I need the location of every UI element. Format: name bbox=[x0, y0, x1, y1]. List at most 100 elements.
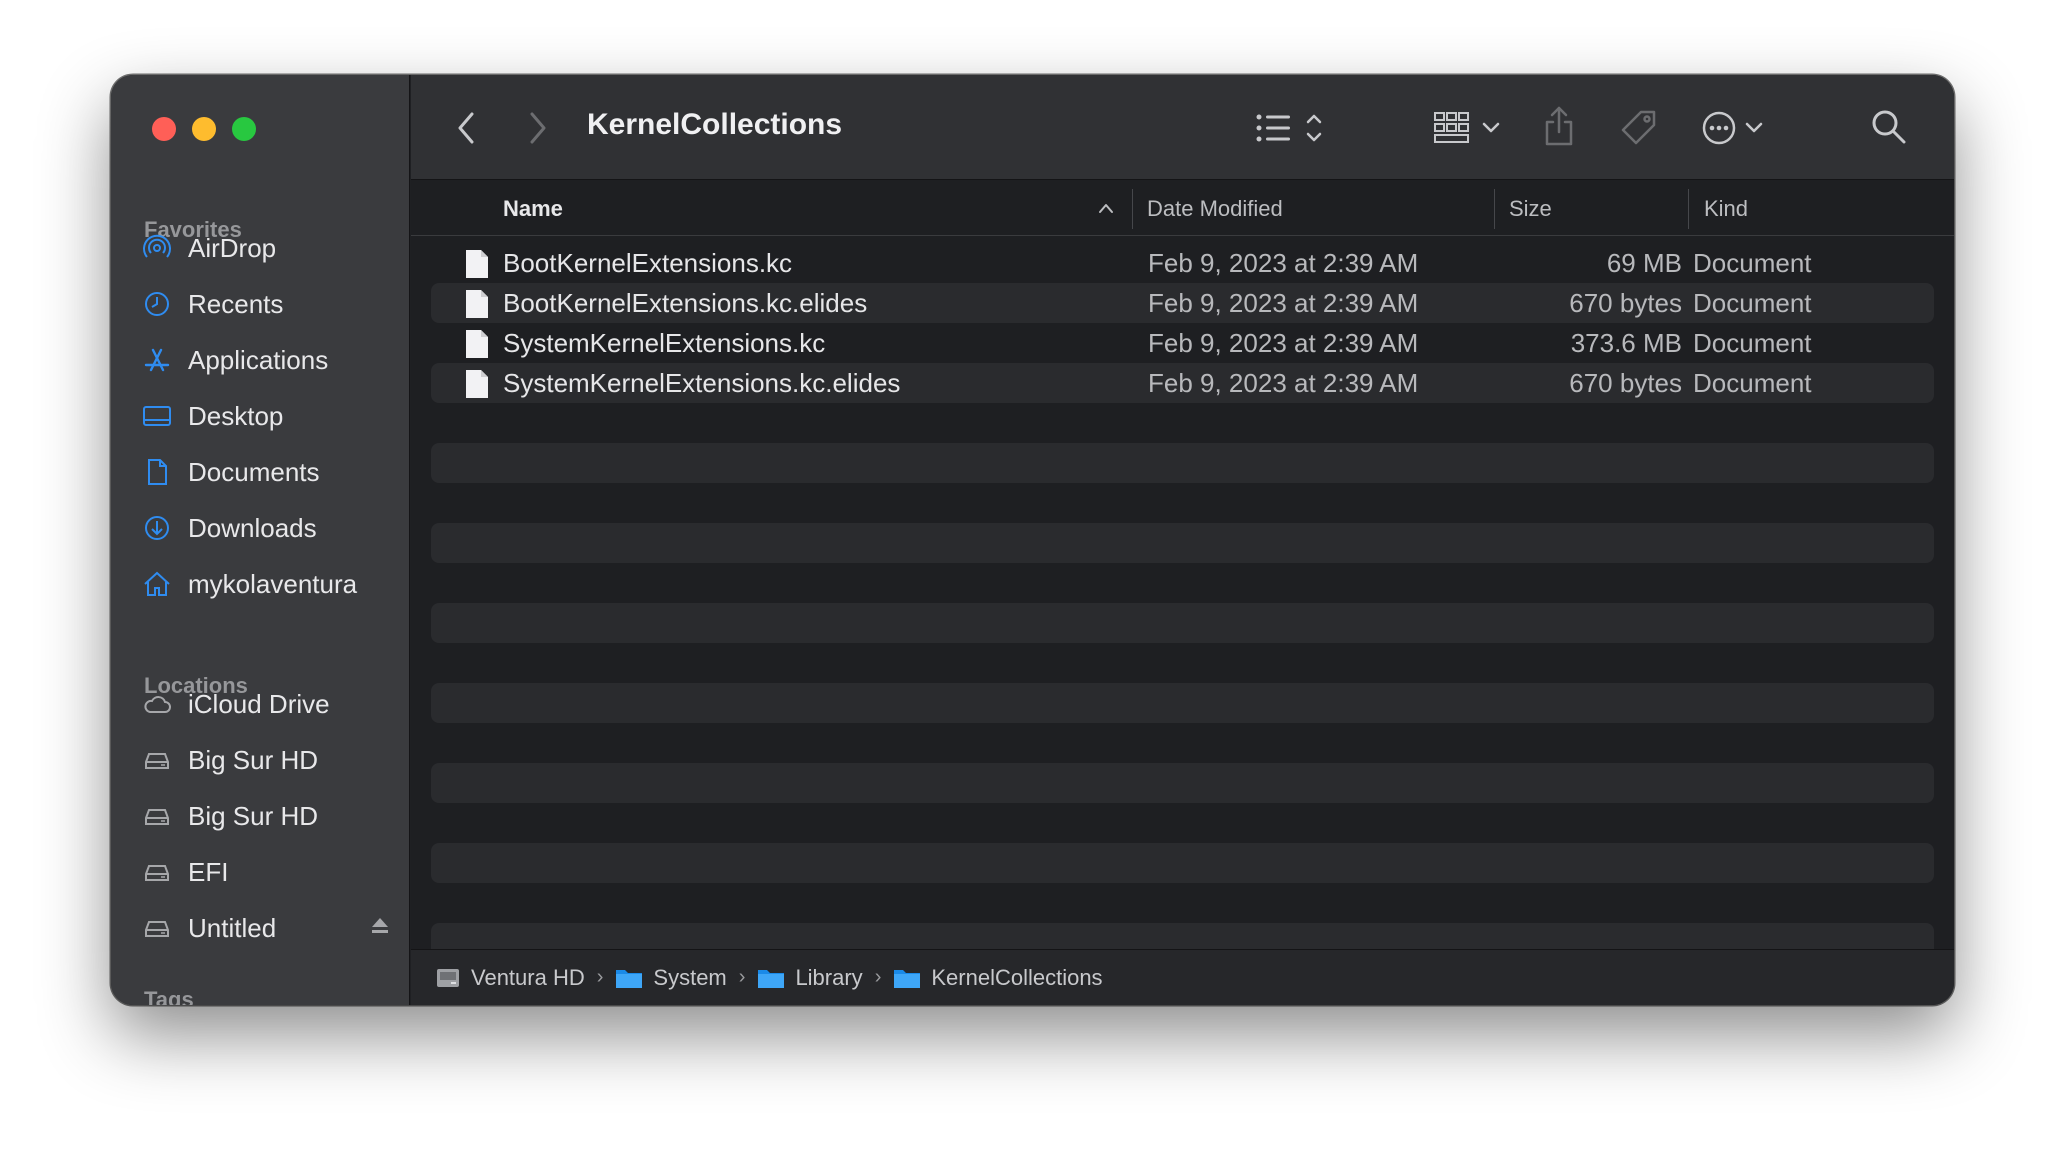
file-size: 373.6 MB bbox=[1570, 327, 1682, 358]
column-name[interactable]: Name bbox=[503, 181, 563, 236]
column-header: Name Date Modified Size Kind bbox=[411, 181, 1954, 236]
back-button[interactable] bbox=[451, 108, 481, 148]
forward-button[interactable] bbox=[523, 108, 553, 148]
eject-icon[interactable] bbox=[369, 913, 391, 944]
sidebar-item-label: iCloud Drive bbox=[188, 688, 330, 719]
path-bar: Ventura HD › System › Library › KernelCo… bbox=[411, 949, 1954, 1005]
sidebar-item-airdrop[interactable]: AirDrop bbox=[141, 223, 391, 273]
close-button[interactable] bbox=[152, 117, 176, 141]
empty-row bbox=[431, 683, 1934, 723]
file-kind: Document bbox=[1693, 327, 1812, 358]
sidebar-item-applications[interactable]: Applications bbox=[141, 335, 391, 385]
file-date: Feb 9, 2023 at 2:39 AM bbox=[1148, 367, 1419, 398]
sidebar-item-label: Downloads bbox=[188, 512, 317, 543]
group-button[interactable] bbox=[1429, 103, 1509, 153]
sidebar-item-recents[interactable]: Recents bbox=[141, 279, 391, 329]
file-row[interactable]: BootKernelExtensions.kc.elides Feb 9, 20… bbox=[431, 283, 1934, 323]
file-row[interactable]: BootKernelExtensions.kc Feb 9, 2023 at 2… bbox=[431, 243, 1934, 283]
path-item-kernelcollections[interactable]: KernelCollections bbox=[893, 965, 1103, 991]
file-date: Feb 9, 2023 at 2:39 AM bbox=[1148, 287, 1419, 318]
path-separator-icon: › bbox=[738, 966, 746, 988]
list-view-icon bbox=[1256, 114, 1322, 142]
file-name: BootKernelExtensions.kc bbox=[503, 247, 793, 278]
folder-icon bbox=[894, 969, 921, 988]
column-size[interactable]: Size bbox=[1509, 181, 1552, 236]
empty-row bbox=[431, 403, 1934, 443]
file-icon bbox=[464, 329, 490, 366]
empty-row bbox=[431, 723, 1934, 763]
file-row[interactable]: SystemKernelExtensions.kc Feb 9, 2023 at… bbox=[431, 323, 1934, 363]
toolbar: KernelCollections bbox=[411, 75, 1954, 180]
file-icon bbox=[464, 369, 490, 406]
column-date-modified[interactable]: Date Modified bbox=[1147, 181, 1283, 236]
file-size: 670 bytes bbox=[1569, 287, 1682, 318]
sidebar-item-label: Big Sur HD bbox=[188, 800, 319, 831]
file-date: Feb 9, 2023 at 2:39 AM bbox=[1148, 247, 1419, 278]
more-actions-button[interactable] bbox=[1699, 103, 1769, 153]
empty-row bbox=[431, 483, 1934, 523]
file-row[interactable]: SystemKernelExtensions.kc.elides Feb 9, … bbox=[431, 363, 1934, 403]
download-icon bbox=[141, 512, 173, 544]
file-icon bbox=[464, 289, 490, 326]
main-content: KernelCollections Name Date Modified Siz… bbox=[411, 75, 1954, 1005]
file-kind: Document bbox=[1693, 247, 1812, 278]
ellipsis-circle-icon bbox=[1702, 111, 1763, 145]
sidebar-item-home[interactable]: mykolaventura bbox=[141, 559, 391, 609]
file-size: 670 bytes bbox=[1569, 367, 1682, 398]
file-icon bbox=[464, 249, 490, 286]
column-divider[interactable] bbox=[1494, 189, 1495, 229]
share-icon bbox=[1545, 106, 1573, 146]
path-item-system[interactable]: System bbox=[615, 964, 727, 991]
document-icon bbox=[141, 456, 173, 488]
column-kind[interactable]: Kind bbox=[1704, 181, 1748, 236]
sidebar-item-label: Untitled bbox=[188, 912, 277, 943]
sidebar-item-efi[interactable]: EFI bbox=[141, 847, 391, 897]
sort-ascending-icon[interactable] bbox=[1097, 201, 1115, 220]
path-label: System bbox=[653, 964, 727, 990]
sidebar-item-big-sur-hd-1[interactable]: Big Sur HD bbox=[141, 735, 391, 785]
sidebar-item-label: AirDrop bbox=[188, 232, 277, 263]
sidebar-item-documents[interactable]: Documents bbox=[141, 447, 391, 497]
file-name: BootKernelExtensions.kc.elides bbox=[503, 287, 868, 318]
file-name: SystemKernelExtensions.kc bbox=[503, 327, 826, 358]
tag-icon bbox=[1621, 110, 1656, 145]
sidebar-item-label: EFI bbox=[188, 856, 229, 887]
sidebar-item-label: Desktop bbox=[188, 400, 284, 431]
path-label: Library bbox=[795, 964, 863, 990]
empty-row bbox=[431, 643, 1934, 683]
window-controls bbox=[152, 117, 256, 141]
disk-icon bbox=[437, 968, 459, 987]
share-button[interactable] bbox=[1539, 101, 1579, 151]
grid-icon bbox=[1434, 112, 1500, 143]
sidebar-item-desktop[interactable]: Desktop bbox=[141, 391, 391, 441]
view-options-button[interactable] bbox=[1251, 103, 1331, 153]
disk-icon bbox=[141, 800, 173, 832]
file-list: BootKernelExtensions.kc Feb 9, 2023 at 2… bbox=[431, 243, 1934, 963]
empty-row bbox=[431, 563, 1934, 603]
home-icon bbox=[141, 568, 173, 600]
zoom-button[interactable] bbox=[232, 117, 256, 141]
search-icon bbox=[1872, 110, 1906, 144]
path-item-library[interactable]: Library bbox=[757, 964, 863, 991]
column-divider[interactable] bbox=[1132, 189, 1133, 229]
search-button[interactable] bbox=[1867, 105, 1911, 149]
desktop-icon bbox=[141, 400, 173, 432]
applications-icon bbox=[141, 344, 173, 376]
file-size: 69 MB bbox=[1606, 247, 1682, 278]
empty-row bbox=[431, 843, 1934, 883]
window-title: KernelCollections bbox=[587, 108, 843, 141]
tag-button[interactable] bbox=[1617, 103, 1661, 153]
sidebar-item-big-sur-hd-2[interactable]: Big Sur HD bbox=[141, 791, 391, 841]
empty-row bbox=[431, 443, 1934, 483]
sidebar-item-downloads[interactable]: Downloads bbox=[141, 503, 391, 553]
path-item-ventura-hd[interactable]: Ventura HD bbox=[435, 965, 585, 991]
column-divider[interactable] bbox=[1688, 189, 1689, 229]
empty-row bbox=[431, 523, 1934, 563]
sidebar-item-icloud-drive[interactable]: iCloud Drive bbox=[141, 679, 391, 729]
sidebar-item-untitled[interactable]: Untitled bbox=[141, 903, 391, 953]
tags-label: Tags bbox=[144, 987, 194, 1005]
minimize-button[interactable] bbox=[192, 117, 216, 141]
file-kind: Document bbox=[1693, 287, 1812, 318]
sidebar: Favorites AirDrop Recents Applications D… bbox=[111, 75, 410, 1005]
path-separator-icon: › bbox=[596, 966, 604, 988]
